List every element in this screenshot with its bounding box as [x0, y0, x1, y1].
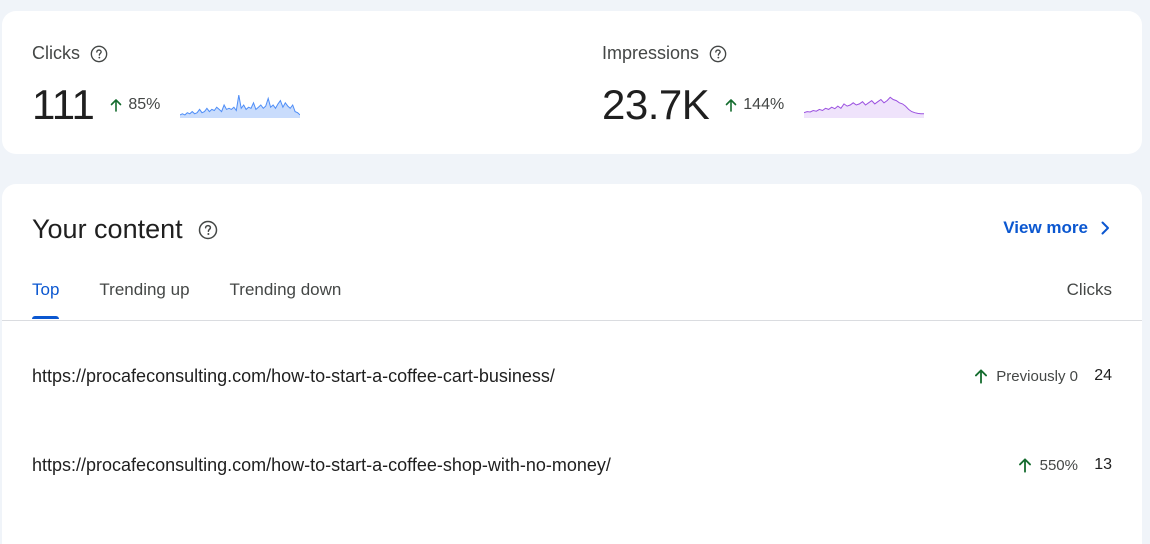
impressions-change: 144% — [723, 96, 784, 114]
content-row-clicks: 13 — [1094, 456, 1112, 473]
arrow-up-icon — [975, 369, 988, 384]
content-row-change-value: 550% — [1039, 456, 1078, 474]
impressions-label-row: Impressions — [602, 43, 727, 64]
clicks-column-header: Clicks — [1066, 280, 1112, 299]
section-title: Your content — [32, 214, 183, 244]
section-header: Your content — [32, 214, 218, 245]
tabs-divider — [2, 320, 1142, 321]
content-row-url: https://procafeconsulting.com/how-to-sta… — [32, 365, 555, 386]
tab-top[interactable]: Top — [32, 280, 60, 319]
content-row[interactable]: https://procafeconsulting.com/how-to-sta… — [32, 356, 1112, 396]
content-row-clicks: 24 — [1094, 367, 1112, 384]
impressions-sparkline — [804, 96, 925, 118]
clicks-label-row: Clicks — [32, 43, 108, 64]
chevron-right-icon — [1101, 221, 1109, 235]
help-icon[interactable] — [198, 220, 218, 240]
clicks-sparkline — [180, 95, 301, 118]
clicks-value: 111 — [32, 81, 95, 128]
arrow-up-icon — [725, 99, 737, 112]
clicks-change: 85% — [108, 96, 160, 114]
content-row-change-value: Previously 0 — [996, 367, 1078, 385]
content-row[interactable]: https://procafeconsulting.com/how-to-sta… — [32, 445, 1112, 485]
help-icon[interactable] — [90, 45, 108, 63]
tab-trending-down[interactable]: Trending down — [230, 280, 342, 319]
impressions-label: Impressions — [602, 43, 700, 63]
tab-trending-up[interactable]: Trending up — [99, 280, 189, 319]
content-row-change: 550% — [1016, 456, 1078, 474]
performance-summary-card: Clicks 111 85% Impressions 23.7K 144% — [2, 11, 1142, 154]
content-row-change: Previously 0 — [972, 367, 1078, 385]
arrow-up-icon — [111, 99, 122, 112]
impressions-value-row: 23.7K 144% — [602, 81, 925, 129]
arrow-up-icon — [1018, 458, 1031, 473]
clicks-change-value: 85% — [128, 96, 161, 113]
sparkline-area — [180, 95, 301, 118]
help-icon[interactable] — [709, 45, 727, 63]
content-row-url: https://procafeconsulting.com/how-to-sta… — [32, 454, 611, 475]
view-more-label: View more — [1003, 218, 1088, 237]
impressions-value: 23.7K — [602, 81, 710, 128]
your-content-card: Your content View more Top Trending up T… — [2, 184, 1142, 544]
view-more-link[interactable]: View more — [1003, 218, 1114, 238]
clicks-label: Clicks — [32, 43, 80, 63]
sparkline-area — [804, 97, 925, 118]
content-tabs: Top Trending up Trending down — [32, 280, 381, 319]
clicks-value-row: 111 85% — [32, 81, 301, 129]
impressions-change-value: 144% — [743, 96, 785, 113]
